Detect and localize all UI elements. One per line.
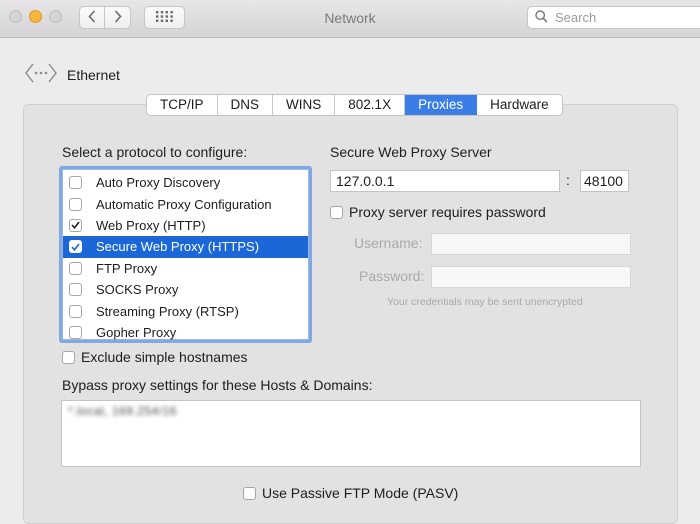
- tab-wins[interactable]: WINS: [273, 95, 336, 115]
- protocol-checkbox[interactable]: [69, 325, 82, 339]
- requires-password-option[interactable]: Proxy server requires password: [330, 204, 546, 220]
- protocol-checkbox[interactable]: [69, 176, 82, 190]
- forward-button[interactable]: [105, 6, 131, 29]
- grid-icon: [156, 10, 173, 25]
- protocol-label: Web Proxy (HTTP): [96, 217, 206, 233]
- protocol-checkbox[interactable]: [69, 218, 82, 232]
- username-field: [431, 233, 631, 255]
- protocol-label: Streaming Proxy (RTSP): [96, 303, 239, 319]
- passive-ftp-checkbox[interactable]: [243, 486, 256, 500]
- protocol-checkbox[interactable]: [69, 304, 82, 318]
- exclude-simple-option[interactable]: Exclude simple hostnames: [62, 349, 248, 365]
- password-label: Password:: [359, 268, 425, 284]
- protocol-heading: Select a protocol to configure:: [62, 144, 248, 160]
- requires-password-checkbox[interactable]: [330, 205, 343, 219]
- bypass-textarea[interactable]: *.local, 169.254/16: [61, 400, 641, 467]
- protocol-row[interactable]: Secure Web Proxy (HTTPS): [63, 236, 308, 258]
- search-field[interactable]: [527, 6, 700, 29]
- window-titlebar: Network: [0, 0, 700, 38]
- protocol-row[interactable]: SOCKS Proxy: [63, 279, 308, 300]
- tab-proxies[interactable]: Proxies: [405, 95, 478, 115]
- minimize-window-button[interactable]: [29, 10, 42, 23]
- close-window-button[interactable]: [9, 10, 22, 23]
- tab-tcpip[interactable]: TCP/IP: [147, 95, 218, 115]
- protocol-label: SOCKS Proxy: [96, 282, 179, 298]
- zoom-window-button[interactable]: [49, 10, 62, 23]
- protocol-row[interactable]: Streaming Proxy (RTSP): [63, 300, 308, 321]
- exclude-simple-label: Exclude simple hostnames: [81, 349, 248, 365]
- protocol-checkbox[interactable]: [69, 240, 82, 254]
- tab-bar: TCP/IP DNS WINS 802.1X Proxies Hardware: [146, 94, 563, 116]
- bypass-value: *.local, 169.254/16: [68, 404, 177, 418]
- server-heading: Secure Web Proxy Server: [330, 144, 492, 160]
- tab-8021x[interactable]: 802.1X: [335, 95, 406, 115]
- username-label: Username:: [354, 235, 423, 251]
- requires-password-label: Proxy server requires password: [349, 204, 546, 220]
- protocol-row[interactable]: FTP Proxy: [63, 258, 308, 279]
- protocol-row[interactable]: Gopher Proxy: [63, 322, 308, 340]
- passive-ftp-option[interactable]: Use Passive FTP Mode (PASV): [243, 485, 458, 501]
- chevron-left-icon: [88, 9, 96, 26]
- back-button[interactable]: [79, 6, 105, 29]
- show-all-button[interactable]: [144, 6, 185, 29]
- ethernet-icon: [25, 62, 57, 87]
- chevron-right-icon: [114, 9, 122, 26]
- protocol-checkbox[interactable]: [69, 283, 82, 297]
- window-title: Network: [324, 10, 376, 26]
- protocol-row[interactable]: Automatic Proxy Configuration: [63, 193, 308, 214]
- protocol-label: Gopher Proxy: [96, 324, 177, 340]
- port-separator: :: [566, 172, 570, 188]
- protocol-checkbox[interactable]: [69, 261, 82, 275]
- protocol-list[interactable]: Auto Proxy Discovery Automatic Proxy Conf…: [59, 166, 312, 343]
- search-input[interactable]: [553, 9, 693, 26]
- password-field: [431, 266, 631, 288]
- protocol-row[interactable]: Auto Proxy Discovery: [63, 172, 308, 193]
- proxy-port-field[interactable]: [580, 170, 629, 192]
- proxy-host-field[interactable]: [330, 170, 560, 192]
- protocol-row[interactable]: Web Proxy (HTTP): [63, 215, 308, 236]
- protocol-checkbox[interactable]: [69, 197, 82, 211]
- search-icon: [535, 9, 548, 26]
- protocol-label: FTP Proxy: [96, 260, 158, 276]
- credentials-note: Your credentials may be sent unencrypted: [387, 296, 583, 308]
- exclude-simple-checkbox[interactable]: [62, 350, 75, 364]
- protocol-label: Auto Proxy Discovery: [96, 175, 221, 191]
- tab-hardware[interactable]: Hardware: [477, 95, 562, 115]
- breadcrumb[interactable]: Ethernet: [25, 62, 120, 87]
- breadcrumb-label: Ethernet: [67, 66, 120, 83]
- protocol-label: Secure Web Proxy (HTTPS): [96, 239, 260, 255]
- protocol-label: Automatic Proxy Configuration: [96, 196, 272, 212]
- bypass-heading: Bypass proxy settings for these Hosts & …: [62, 377, 373, 393]
- passive-ftp-label: Use Passive FTP Mode (PASV): [262, 485, 459, 501]
- tab-dns[interactable]: DNS: [217, 95, 274, 115]
